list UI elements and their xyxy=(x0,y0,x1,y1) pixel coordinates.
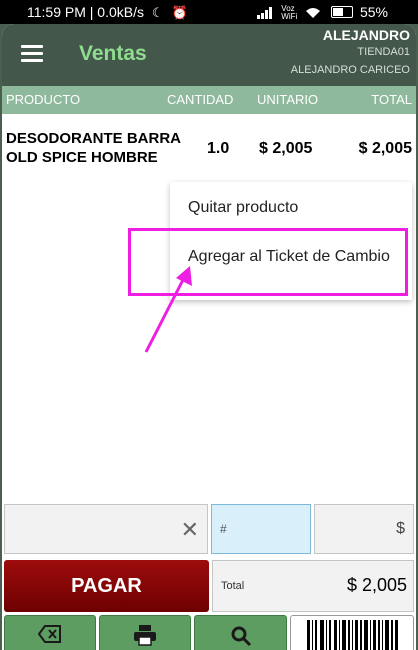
table-row[interactable]: DESODORANTE BARRA OLD SPICE HOMBRE 1.0 $… xyxy=(2,126,416,176)
hamburger-icon[interactable] xyxy=(21,45,43,62)
clear-icon[interactable]: ✕ xyxy=(181,517,199,543)
print-button[interactable] xyxy=(99,615,191,650)
battery-icon xyxy=(331,6,354,19)
alarm-icon: ⏰ xyxy=(171,5,188,20)
product-name-line2: OLD SPICE HOMBRE xyxy=(6,149,158,166)
search-button[interactable] xyxy=(194,615,287,650)
price-placeholder: $ xyxy=(396,520,405,537)
product-name: DESODORANTE BARRA OLD SPICE HOMBRE xyxy=(6,129,186,167)
backspace-icon xyxy=(38,625,61,643)
total-value: $ 2,005 xyxy=(346,575,407,595)
search-icon xyxy=(231,626,251,647)
table-header: PRODUCTO CANTIDAD UNITARIO TOTAL xyxy=(2,86,416,114)
moon-icon: ☾ xyxy=(151,5,164,20)
quantity-input[interactable]: # xyxy=(211,504,311,554)
product-name-line1: DESODORANTE BARRA xyxy=(6,130,182,147)
price-input[interactable]: $ xyxy=(314,504,414,554)
status-time: 11:59 PM | 0.0kB/s ☾ ⏰ xyxy=(27,0,188,25)
page-title: Ventas xyxy=(79,42,147,65)
status-bar: 11:59 PM | 0.0kB/s ☾ ⏰ Voz WiFi 55% xyxy=(0,0,418,24)
product-unit-price: $ 2,005 xyxy=(259,140,313,157)
wifi-label: WiFi xyxy=(281,12,298,22)
store-name: TIENDA01 xyxy=(357,46,410,58)
pay-button[interactable]: PAGAR xyxy=(4,560,209,612)
annotation-arrow-icon xyxy=(144,266,192,353)
barcode-icon xyxy=(307,620,398,650)
app-screen: Ventas ALEJANDRO TIENDA01 ALEJANDRO CARI… xyxy=(2,24,416,650)
total-display: Total $ 2,005 xyxy=(212,560,414,612)
menu-item-remove-product[interactable]: Quitar producto xyxy=(188,199,298,217)
quantity-placeholder: # xyxy=(220,522,227,536)
column-quantity: CANTIDAD xyxy=(167,92,234,107)
total-label: Total xyxy=(221,580,245,592)
column-total: TOTAL xyxy=(371,92,412,107)
barcode-scan-button[interactable] xyxy=(290,615,414,650)
column-product: PRODUCTO xyxy=(6,92,81,107)
printer-icon xyxy=(134,625,156,646)
signal-icon xyxy=(257,4,277,20)
user-full-name: ALEJANDRO CARICEO xyxy=(290,64,410,76)
status-time-text: 11:59 PM | 0.0kB/s xyxy=(27,4,144,20)
volte-wifi-label: Voz WiFi xyxy=(281,5,297,21)
column-unit-price: UNITARIO xyxy=(257,92,319,107)
app-frame: Ventas ALEJANDRO TIENDA01 ALEJANDRO CARI… xyxy=(0,24,418,650)
user-name: ALEJANDRO xyxy=(322,27,410,43)
app-bar: Ventas ALEJANDRO TIENDA01 ALEJANDRO CARI… xyxy=(2,24,416,86)
wifi-icon xyxy=(305,4,325,20)
product-quantity: 1.0 xyxy=(207,140,230,157)
product-total: $ 2,005 xyxy=(358,140,412,157)
search-input[interactable]: ✕ xyxy=(4,504,208,554)
battery-percent: 55% xyxy=(359,4,388,20)
status-right: Voz WiFi 55% xyxy=(257,0,388,24)
backspace-button[interactable] xyxy=(4,615,96,650)
